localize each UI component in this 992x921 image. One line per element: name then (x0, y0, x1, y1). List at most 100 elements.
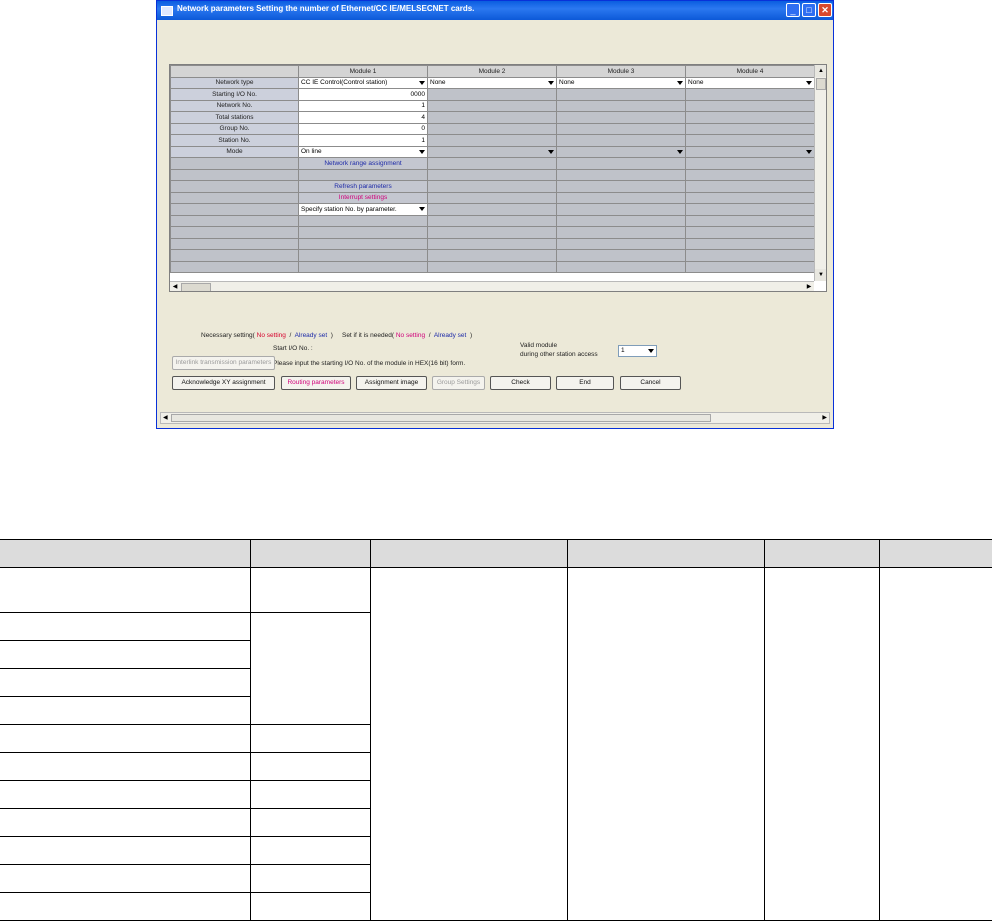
close-icon[interactable]: ✕ (818, 3, 832, 17)
dropdown-arrow-icon (677, 149, 683, 154)
module-1-mode-select[interactable]: On line (298, 145, 428, 158)
group-settings-button[interactable]: Group Settings (432, 376, 485, 390)
module-1-network-type-select[interactable]: CC IE Control(Control station) (298, 76, 428, 89)
dropdown-arrow-icon (548, 80, 554, 85)
module-3-header: Module 3 (556, 65, 686, 78)
module-1-starting-io-field[interactable]: 0000 (298, 88, 428, 101)
cancel-button[interactable]: Cancel (620, 376, 681, 390)
network-parameters-window: Network parameters Setting the number of… (156, 0, 834, 429)
station-no-label: Station No. (170, 134, 299, 147)
starting-io-label: Starting I/O No. (170, 88, 299, 101)
empty-cell (427, 88, 557, 101)
empty-cell (170, 237, 299, 250)
scroll-right-icon[interactable]: ▶ (804, 282, 814, 291)
module-2-network-type-select[interactable]: None (427, 76, 557, 89)
table-cell (249, 836, 370, 865)
minimize-icon[interactable]: _ (786, 3, 800, 17)
empty-cell (298, 237, 428, 250)
module-1-network-no-field[interactable]: 1 (298, 99, 428, 112)
network-type-label: Network type (170, 76, 299, 89)
legend-set-if-needed: Set if it is needed( (341, 332, 395, 339)
empty-cell (685, 203, 815, 216)
scroll-down-icon[interactable]: ▼ (815, 269, 826, 281)
empty-cell (685, 134, 815, 147)
check-button[interactable]: Check (490, 376, 551, 390)
empty-cell (685, 99, 815, 112)
empty-cell (556, 226, 686, 239)
module-2-network-type-value: None (430, 79, 446, 87)
empty-cell (427, 226, 557, 239)
network-range-assignment-link[interactable]: Network range assignment (298, 157, 428, 170)
maximize-icon[interactable]: □ (802, 3, 816, 17)
scroll-thumb[interactable] (816, 78, 826, 90)
module-3-mode-select[interactable] (556, 145, 686, 158)
empty-cell (170, 214, 299, 227)
table-cell (0, 780, 251, 809)
table-cell (249, 752, 370, 781)
interlink-transmission-button[interactable]: Interlink transmission parameters (172, 356, 275, 370)
acknowledge-xy-button[interactable]: Acknowledge XY assignment (172, 376, 275, 390)
module-1-mode-value: On line (301, 148, 322, 156)
scroll-left-icon[interactable]: ◀ (170, 282, 180, 291)
valid-module-select[interactable]: 1 (618, 345, 657, 357)
scroll-thumb[interactable] (171, 414, 711, 422)
row-label-empty (170, 157, 299, 170)
row-label-empty (170, 180, 299, 193)
empty-cell (556, 88, 686, 101)
routing-parameters-button[interactable]: Routing parameters (281, 376, 351, 390)
empty-cell (427, 99, 557, 112)
legend-necessary: Necessary setting( (201, 332, 255, 339)
empty-cell (685, 191, 815, 204)
empty-cell (685, 180, 815, 193)
scroll-up-icon[interactable]: ▲ (815, 65, 826, 77)
start-io-label: Start I/O No. : (273, 345, 313, 352)
grid-vertical-scrollbar[interactable]: ▲ ▼ (814, 65, 826, 281)
empty-cell (427, 249, 557, 262)
module-1-station-no-field[interactable]: 1 (298, 134, 428, 147)
module-2-header: Module 2 (427, 65, 557, 78)
module-4-network-type-select[interactable]: None (685, 76, 815, 89)
empty-cell (556, 157, 686, 170)
table-cell (249, 808, 370, 837)
empty-cell (556, 122, 686, 135)
empty-cell (685, 249, 815, 262)
empty-cell (556, 237, 686, 250)
empty-cell (427, 237, 557, 250)
row-label-empty (170, 203, 299, 216)
dropdown-arrow-icon (806, 149, 812, 154)
empty-cell (556, 111, 686, 124)
module-1-network-type-value: CC IE Control(Control station) (301, 79, 388, 87)
grid-horizontal-scrollbar[interactable]: ◀ ▶ (170, 281, 814, 291)
module-1-total-stations-field[interactable]: 4 (298, 111, 428, 124)
empty-cell (685, 260, 815, 273)
module-2-mode-select[interactable] (427, 145, 557, 158)
empty-cell (298, 214, 428, 227)
empty-cell (298, 226, 428, 239)
empty-cell (556, 191, 686, 204)
module-1-group-no-field[interactable]: 0 (298, 122, 428, 135)
assignment-image-button[interactable]: Assignment image (356, 376, 427, 390)
module-4-network-type-value: None (688, 79, 704, 87)
module-3-network-type-select[interactable]: None (556, 76, 686, 89)
empty-cell (556, 260, 686, 273)
scroll-thumb[interactable] (181, 283, 211, 291)
dropdown-arrow-icon (419, 207, 425, 211)
interrupt-settings-link[interactable]: Interrupt settings (298, 191, 428, 204)
table-cell (0, 864, 251, 893)
empty-cell (685, 226, 815, 239)
empty-cell (427, 134, 557, 147)
table-merged-cell (566, 567, 765, 921)
corner-header (170, 65, 299, 78)
specify-station-select[interactable]: Specify station No. by parameter. (298, 203, 428, 216)
scroll-left-icon[interactable]: ◀ (163, 413, 168, 423)
dropdown-arrow-icon (419, 149, 425, 154)
module-4-mode-select[interactable] (685, 145, 815, 158)
refresh-parameters-link[interactable]: Refresh parameters (298, 180, 428, 193)
end-button[interactable]: End (556, 376, 614, 390)
legend-already-set: Already set (294, 332, 328, 339)
empty-cell (170, 260, 299, 273)
table-cell (249, 864, 370, 893)
empty-cell (556, 214, 686, 227)
scroll-right-icon[interactable]: ▶ (822, 413, 827, 423)
window-horizontal-scrollbar[interactable]: ◀ ▶ (160, 412, 830, 424)
